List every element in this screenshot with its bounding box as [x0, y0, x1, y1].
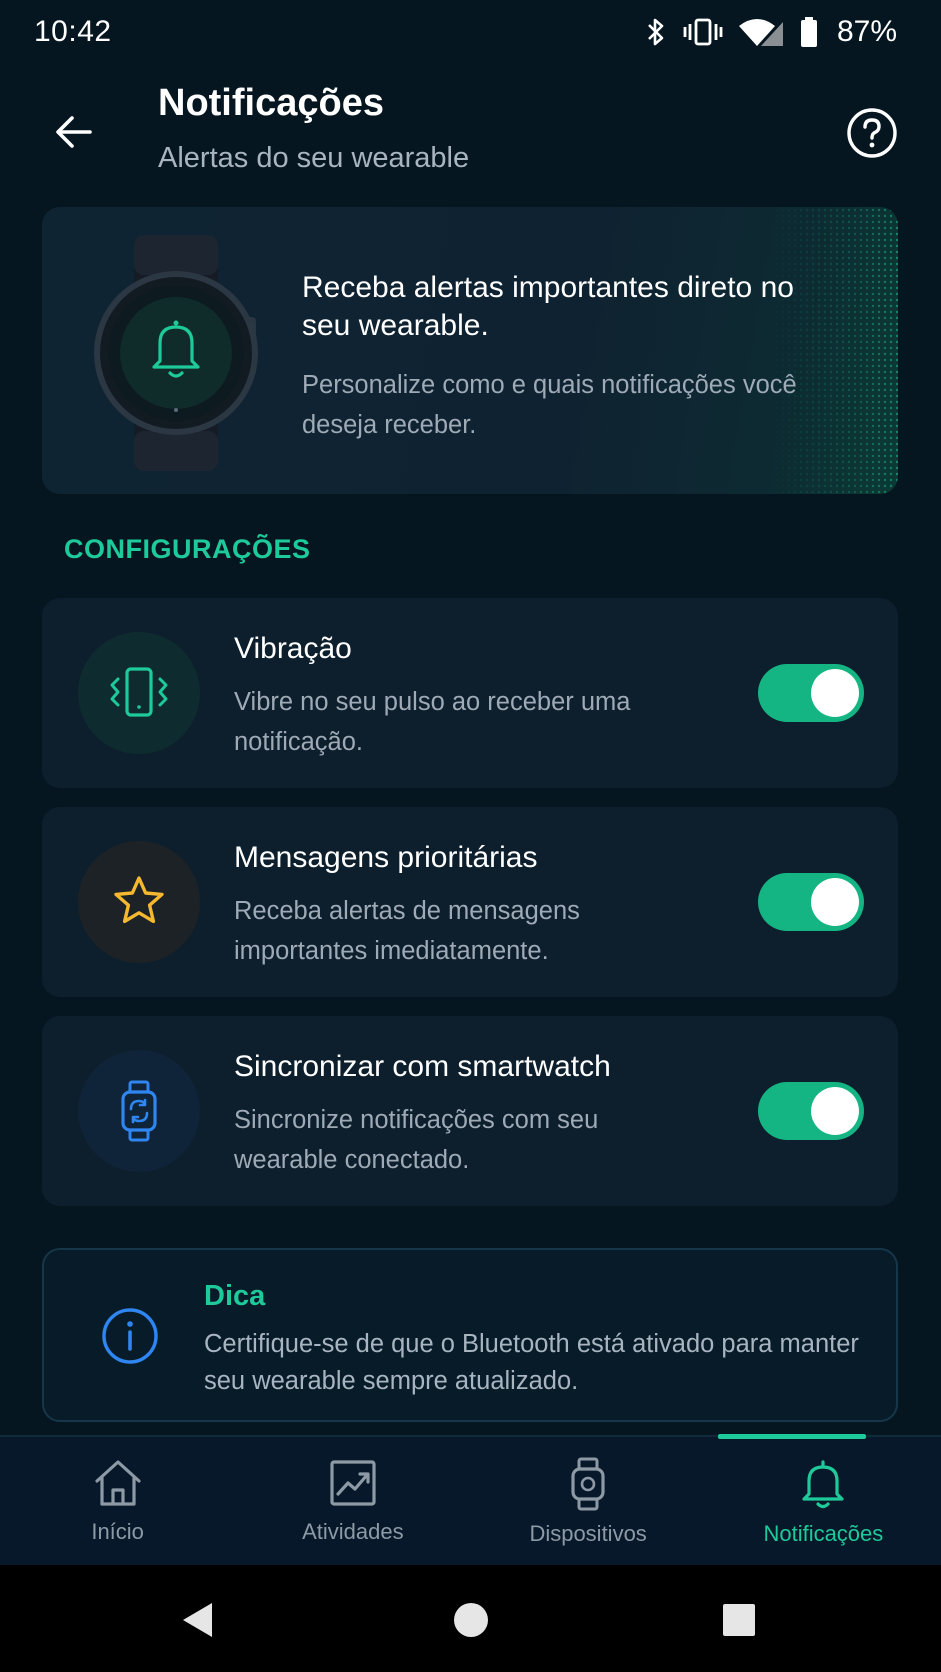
smartwatch-illustration	[94, 235, 258, 471]
status-icons: 87%	[643, 15, 897, 49]
back-button[interactable]	[48, 106, 100, 158]
section-label-configuracoes: CONFIGURAÇÕES	[64, 534, 311, 564]
nav-item-atividades[interactable]: Atividades	[235, 1437, 470, 1565]
nav-label: Início	[91, 1519, 144, 1544]
nav-label: Notificações	[763, 1521, 884, 1546]
system-home-icon[interactable]	[453, 1601, 489, 1639]
system-navigation-bar	[0, 1565, 941, 1672]
setting-priority-messages[interactable]: Mensagens prioritárias Receba alertas de…	[42, 807, 898, 997]
setting-description: Sincronize notificações com seu wearable…	[234, 1106, 599, 1174]
bluetooth-icon	[648, 18, 664, 46]
watch-sync-icon-wrap	[78, 1050, 200, 1172]
vibration-icon-wrap	[78, 632, 200, 754]
active-tab-indicator	[717, 1434, 866, 1439]
watch-icon	[571, 1457, 605, 1511]
battery-percent: 87%	[836, 15, 897, 48]
setting-description: Receba alertas de mensagens importantes …	[234, 897, 580, 965]
activity-chart-icon	[330, 1460, 376, 1506]
setting-title: Mensagens prioritárias	[234, 841, 538, 874]
bell-icon	[802, 1460, 844, 1509]
nav-label: Dispositivos	[529, 1521, 647, 1546]
app-header: Notificações Alertas do seu wearable	[0, 76, 941, 186]
setting-title: Vibração	[234, 632, 352, 665]
priority-messages-toggle[interactable]	[758, 873, 864, 931]
setting-title: Sincronizar com smartwatch	[234, 1050, 611, 1083]
star-icon-wrap	[78, 841, 200, 963]
hero-description: Personalize como e quais notificações vo…	[302, 371, 797, 439]
smartwatch-sync-toggle[interactable]	[758, 1082, 864, 1140]
nav-label: Atividades	[302, 1519, 404, 1544]
hero-card: Receba alertas importantes direto no seu…	[42, 207, 898, 494]
hero-dots-decoration	[768, 207, 898, 494]
home-icon	[95, 1460, 141, 1506]
toggle-knob	[811, 878, 859, 926]
setting-description: Vibre no seu pulso ao receber uma notifi…	[234, 688, 631, 756]
bottom-navigation: Início Atividades Dispositivos Notificaç…	[0, 1434, 941, 1565]
setting-vibration[interactable]: Vibração Vibre no seu pulso ao receber u…	[42, 598, 898, 788]
system-back-icon[interactable]	[180, 1601, 216, 1639]
battery-icon	[800, 17, 817, 47]
nav-item-dispositivos[interactable]: Dispositivos	[471, 1437, 706, 1565]
arrow-left-icon	[56, 116, 92, 148]
hero-title: Receba alertas importantes direto no seu…	[302, 271, 794, 342]
nav-item-inicio[interactable]: Início	[0, 1437, 235, 1565]
info-icon	[102, 1308, 158, 1364]
tip-text: Certifique-se de que o Bluetooth está at…	[204, 1330, 859, 1395]
tip-card: Dica Certifique-se de que o Bluetooth es…	[42, 1248, 898, 1422]
page-subtitle: Alertas do seu wearable	[158, 142, 470, 174]
vibration-toggle[interactable]	[758, 664, 864, 722]
help-button[interactable]	[845, 106, 899, 160]
nav-item-notificacoes[interactable]: Notificações	[706, 1434, 941, 1565]
toggle-knob	[811, 669, 859, 717]
toggle-knob	[811, 1087, 859, 1135]
setting-smartwatch-sync[interactable]: Sincronizar com smartwatch Sincronize no…	[42, 1016, 898, 1206]
status-bar: 10:42 87%	[0, 0, 941, 64]
vibration-icon	[110, 667, 168, 717]
help-icon	[847, 108, 897, 158]
wifi-icon	[738, 19, 783, 46]
star-icon	[114, 876, 164, 924]
page-title: Notificações	[158, 82, 384, 124]
watch-sync-icon	[121, 1080, 157, 1142]
tip-title: Dica	[204, 1280, 266, 1312]
system-recents-icon[interactable]	[722, 1603, 756, 1637]
vibrate-status-icon	[683, 18, 723, 46]
status-time: 10:42	[34, 15, 112, 48]
